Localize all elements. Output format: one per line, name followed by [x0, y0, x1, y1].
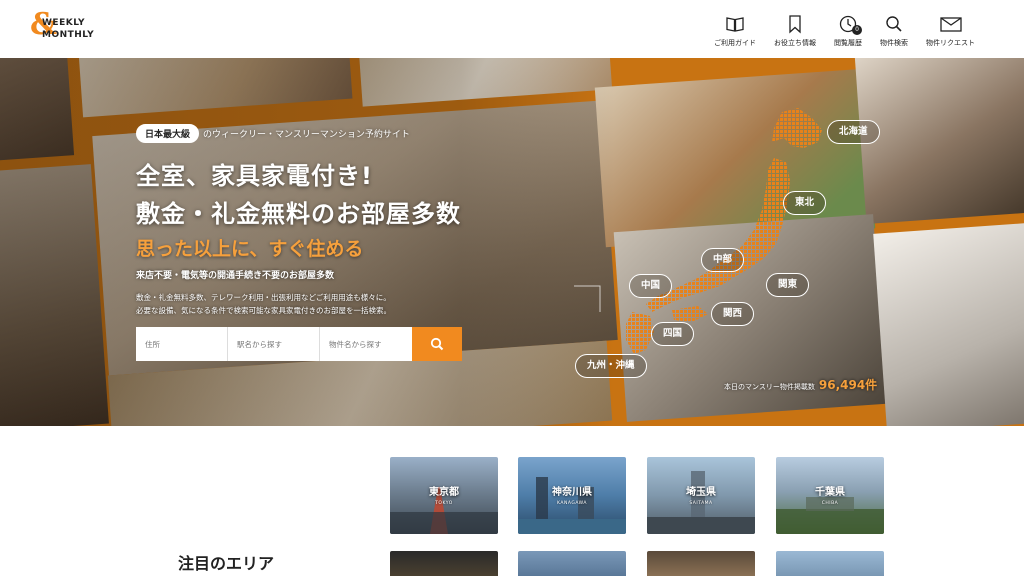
map-okinawa-box [574, 285, 601, 312]
search-icon [430, 337, 444, 351]
area-card-saitama[interactable]: 埼玉県 SAITAMA [647, 457, 755, 534]
map-kyushu [626, 312, 654, 354]
nav-guide[interactable]: ご利用ガイド [705, 14, 765, 48]
logo-wordmark: WEEKLY MONTHLY [42, 18, 95, 40]
hero-description-1: 敷金・礼金無料多数、テレワーク利用・出張利用などご利用用途も様々に。 [136, 293, 391, 302]
region-kanto[interactable]: 関東 [766, 273, 810, 297]
nav-request[interactable]: 物件リクエスト [917, 14, 984, 48]
region-chugoku[interactable]: 中国 [629, 274, 673, 298]
region-hokkaido[interactable]: 北海道 [827, 120, 880, 144]
area-card-row2-3[interactable] [647, 551, 755, 576]
station-input[interactable] [228, 327, 320, 361]
bookmark-icon [785, 14, 805, 34]
clock-icon: 0 [838, 14, 862, 35]
search-bar [136, 327, 462, 361]
nav-tips[interactable]: お役立ち情報 [765, 14, 825, 48]
book-icon [725, 14, 745, 34]
address-input[interactable] [136, 327, 228, 361]
area-card-row2-1[interactable] [390, 551, 498, 576]
search-button[interactable] [412, 327, 462, 361]
hero-headline-1: 全室、家具家電付き! [136, 162, 373, 190]
listing-count: 本日のマンスリー物件掲載数 96,494件 [724, 378, 878, 392]
nav-history[interactable]: 0 閲覧履歴 [825, 14, 871, 48]
hero-description-2: 必要な設備、気になる条件で検索可能な家具家電付きのお部屋を一括検索。 [136, 306, 391, 315]
map-shikoku [672, 306, 708, 322]
search-icon [884, 14, 904, 34]
region-shikoku[interactable]: 四国 [651, 322, 695, 346]
area-card-kanagawa[interactable]: 神奈川県 KANAGAWA [518, 457, 626, 534]
hero-subheadline: 思った以上に、すぐ住める [136, 238, 364, 260]
section-title-areas: 注目のエリア [178, 554, 275, 573]
region-chubu[interactable]: 中部 [701, 248, 745, 272]
hero-tagline: 日本最大級 のウィークリー・マンスリーマンション予約サイト [136, 124, 410, 143]
region-tohoku[interactable]: 東北 [783, 191, 827, 215]
site-header: & WEEKLY MONTHLY ご利用ガイド お役立ち情報 0 閲覧履歴 物件… [0, 0, 1024, 58]
japan-map [574, 108, 822, 354]
map-hokkaido [772, 108, 822, 148]
hero-banner: 日本最大級 のウィークリー・マンスリーマンション予約サイト 全室、家具家電付き!… [0, 58, 1024, 426]
area-card-row2-2[interactable] [518, 551, 626, 576]
hero-headline-2: 敷金・礼金無料のお部屋多数 [136, 200, 461, 228]
mail-icon [939, 14, 963, 34]
hero-feature: 来店不要・電気等の開通手続き不要のお部屋多数 [136, 271, 335, 281]
region-kansai[interactable]: 関西 [711, 302, 755, 326]
area-card-chiba[interactable]: 千葉県 CHIBA [776, 457, 884, 534]
property-input[interactable] [320, 327, 412, 361]
tag-description: のウィークリー・マンスリーマンション予約サイト [203, 130, 410, 140]
history-badge: 0 [852, 25, 862, 35]
header-nav: ご利用ガイド お役立ち情報 0 閲覧履歴 物件検索 物件リクエスト [705, 14, 984, 48]
site-logo[interactable]: & WEEKLY MONTHLY [30, 10, 110, 44]
region-kyushu-okinawa[interactable]: 九州・沖縄 [575, 354, 647, 378]
area-card-row2-4[interactable] [776, 551, 884, 576]
tag-pill: 日本最大級 [136, 124, 200, 143]
nav-search[interactable]: 物件検索 [871, 14, 917, 48]
listing-count-value: 96,494件 [818, 378, 878, 392]
area-card-tokyo[interactable]: 東京都 TOKYO [390, 457, 498, 534]
